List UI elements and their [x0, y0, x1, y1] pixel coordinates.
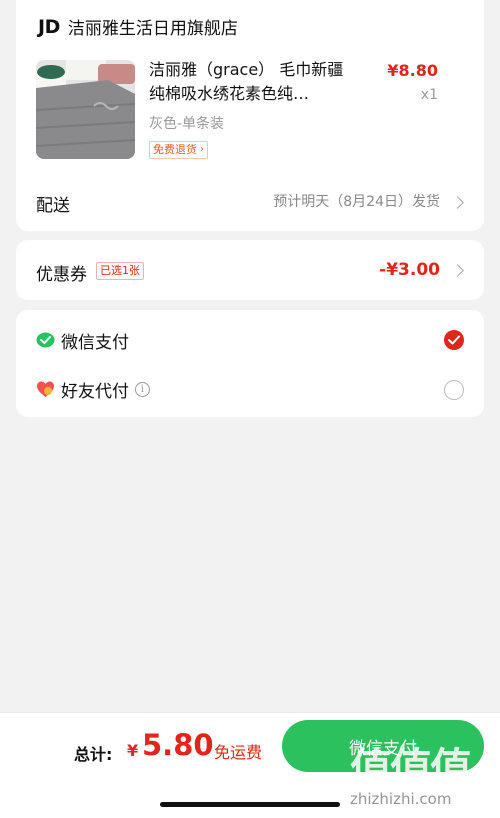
coupon-row[interactable]: 优惠券 已选1张 -¥3.00 [16, 240, 484, 300]
total-label: 总计: [74, 745, 113, 764]
friend-pay-label: 好友代付 [61, 382, 129, 402]
payment-option-friend[interactable]: 好友代付 i [36, 377, 150, 402]
watermark-url: zhizhizhi.com [350, 790, 452, 808]
towel-image [36, 60, 135, 159]
product-quantity: x1 [420, 87, 438, 103]
coupon-selected-tag: 已选1张 [96, 262, 144, 280]
friend-pay-radio[interactable] [444, 380, 464, 400]
chevron-right-icon [451, 196, 464, 209]
total-currency: ¥ [127, 741, 139, 760]
chevron-right-icon: › [200, 144, 204, 155]
check-icon [448, 335, 460, 345]
product-title[interactable]: 洁丽雅（grace） 毛巾新疆纯棉吸水绣花素色纯… [149, 58, 354, 106]
friend-pay-heart-icon [36, 380, 55, 399]
jd-logo: JD [38, 15, 60, 38]
delivery-label: 配送 [36, 196, 70, 216]
product-price: ¥8.80 [387, 61, 438, 80]
coupon-label: 优惠券 [36, 265, 87, 285]
watermark-logo: 值值值 [350, 744, 472, 793]
info-icon[interactable]: i [135, 382, 150, 397]
free-return-tag[interactable]: 免费退货 › [149, 141, 208, 159]
home-indicator[interactable] [160, 802, 340, 807]
payment-option-wechat[interactable]: 微信支付 [36, 328, 129, 353]
delivery-estimate[interactable]: 预计明天（8月24日）发货 [273, 191, 440, 211]
free-return-label: 免费退货 [153, 143, 197, 156]
wechat-pay-radio[interactable] [444, 330, 464, 350]
wechat-pay-label: 微信支付 [61, 333, 129, 353]
coupon-amount: -¥3.00 [379, 260, 440, 280]
total-amount: 5.80 [142, 728, 214, 762]
free-shipping-label: 免运费 [214, 743, 263, 762]
product-variant: 灰色-单条装 [149, 116, 225, 132]
wechat-pay-icon [36, 331, 55, 350]
shop-header[interactable]: JD 洁丽雅生活日用旗舰店 [38, 14, 238, 40]
chevron-right-icon [451, 264, 464, 277]
order-card: JD 洁丽雅生活日用旗舰店 洁丽雅（grace） 毛巾新疆纯棉吸水绣花素色纯… … [16, 0, 484, 231]
payment-methods: 微信支付 好友代付 i [16, 310, 484, 417]
shop-name[interactable]: 洁丽雅生活日用旗舰店 [68, 14, 238, 39]
product-thumbnail[interactable] [36, 60, 135, 159]
